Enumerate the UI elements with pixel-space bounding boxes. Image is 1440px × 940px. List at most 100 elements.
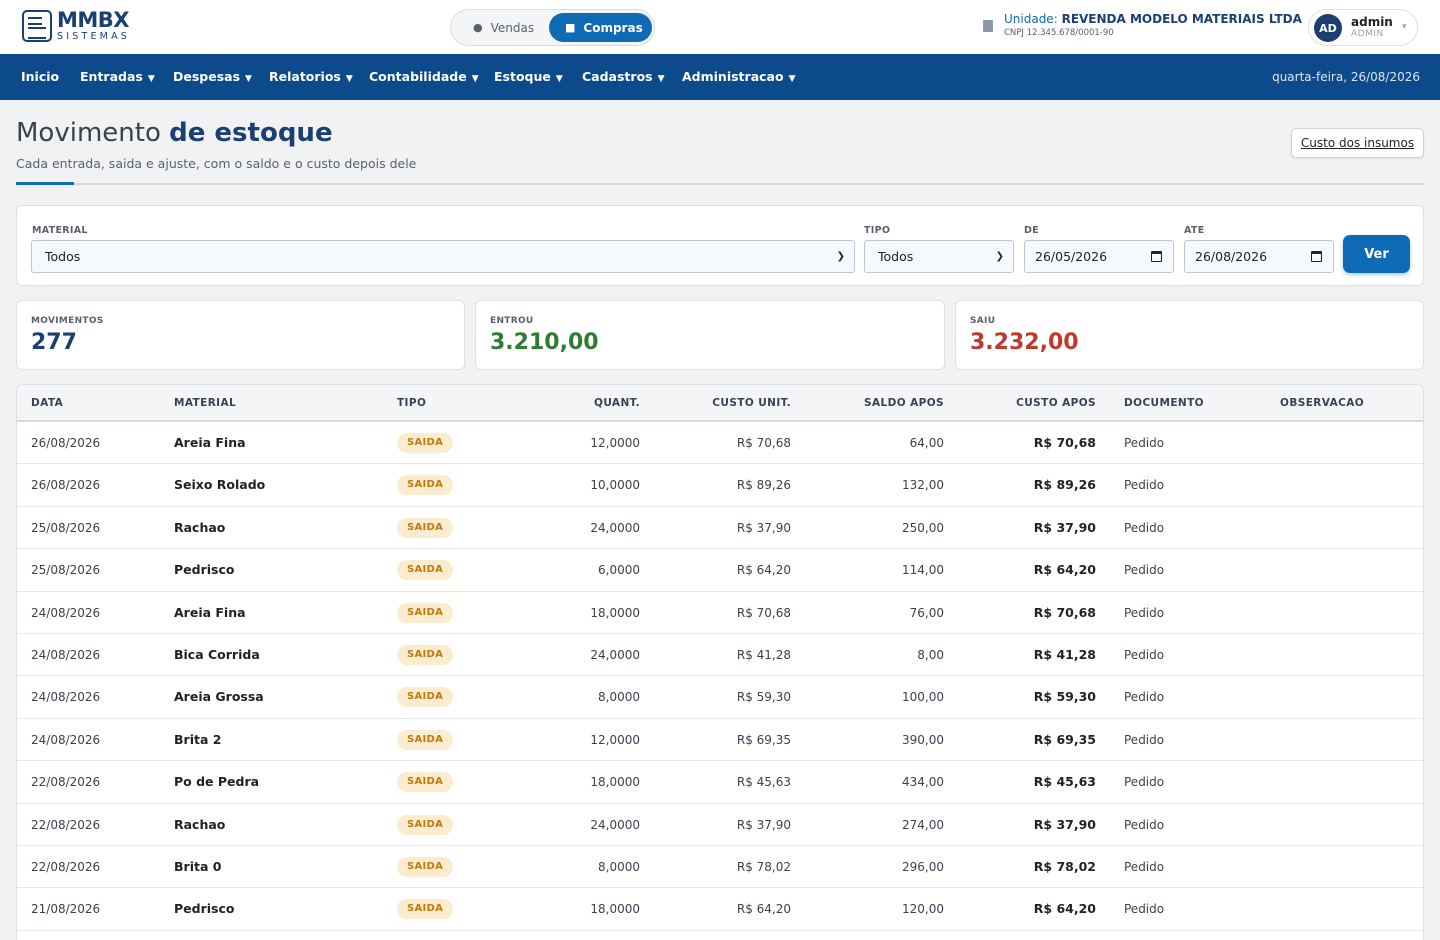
- table-row[interactable]: 24/08/2026 Brita 2 SAIDA 12,0000 R$ 69,35 390…: [17, 719, 1423, 762]
- cell-documento: Pedido: [1124, 605, 1165, 620]
- mode-vendas-button[interactable]: ● Vendas: [465, 13, 557, 42]
- cell-data: 22/08/2026: [31, 817, 101, 832]
- page-subtitle: Cada entrada, saida e ajuste, com o sald…: [16, 156, 417, 171]
- stat-saiu-value: 3.232,00: [970, 330, 1079, 355]
- table-row[interactable]: 24/08/2026 Bica Corrida SAIDA 24,0000 R$ 41,…: [17, 634, 1423, 677]
- cell-quant: 12,0000: [590, 732, 640, 747]
- cell-saldo-apos: 390,00: [902, 732, 944, 747]
- cell-custo-unit: R$ 78,02: [736, 860, 791, 874]
- col-tipo[interactable]: TIPO: [397, 385, 426, 422]
- table-row[interactable]: 22/08/2026 Po de Pedra SAIDA 18,0000 R$ 45,6…: [17, 761, 1423, 804]
- cell-material: Rachao: [174, 816, 226, 832]
- tipo-badge: SAIDA: [397, 560, 454, 581]
- calendar-icon[interactable]: [1311, 251, 1322, 262]
- nav-administracao[interactable]: Administracao ▼: [682, 54, 795, 100]
- cell-data: 24/08/2026: [31, 690, 101, 705]
- nav-relatorios[interactable]: Relatorios ▼: [269, 54, 353, 100]
- table-row[interactable]: 21/08/2026 Pedrisco SAIDA 18,0000 R$ 64,20 12…: [17, 888, 1423, 931]
- cell-material: Brita 2: [174, 731, 222, 747]
- cell-quant: 24,0000: [590, 520, 640, 535]
- cell-saldo-apos: 120,00: [902, 902, 944, 917]
- chevron-down-icon: ❯: [836, 251, 845, 262]
- cell-quant: 18,0000: [590, 902, 640, 917]
- ate-date-input[interactable]: 26/08/2026: [1184, 240, 1334, 273]
- tipo-badge: SAIDA: [397, 475, 454, 496]
- main-nav: Inicio Entradas ▼ Despesas ▼ Relatorios ▼ C…: [0, 54, 1440, 100]
- user-menu[interactable]: AD admin ADMIN ▾: [1308, 9, 1418, 46]
- nav-cadastros[interactable]: Cadastros ▼: [582, 54, 665, 100]
- cell-documento: Pedido: [1124, 902, 1165, 917]
- unit-cnpj: CNPJ 12.345.678/0001-90: [1004, 28, 1114, 38]
- cell-data: 25/08/2026: [31, 563, 101, 578]
- cell-custo-apos: R$ 70,68: [1033, 604, 1096, 620]
- col-observacao[interactable]: OBSERVACAO: [1280, 385, 1364, 422]
- table-row[interactable]: 24/08/2026 Areia Fina SAIDA 18,0000 R$ 70,68…: [17, 592, 1423, 634]
- mode-compras-label: Compras: [583, 20, 643, 35]
- cell-material: Areia Fina: [174, 435, 246, 450]
- cell-material: Bica Corrida: [174, 647, 260, 662]
- cell-saldo-apos: 434,00: [902, 775, 944, 790]
- table-row[interactable]: 26/08/2026 Areia Fina SAIDA 12,0000 R$ 70,68…: [17, 422, 1423, 465]
- nav-estoque[interactable]: Estoque ▼: [494, 54, 563, 100]
- tipo-label: TIPO: [864, 225, 891, 236]
- cell-custo-apos: R$ 78,02: [1033, 859, 1096, 874]
- tipo-badge: SAIDA: [397, 729, 454, 750]
- cell-saldo-apos: 132,00: [902, 478, 944, 493]
- nav-entradas[interactable]: Entradas ▼: [80, 54, 155, 100]
- page-title-light: Movimento: [16, 118, 161, 148]
- material-select[interactable]: Todos ❯: [31, 240, 855, 273]
- ver-button[interactable]: Ver: [1343, 235, 1410, 273]
- table-row[interactable]: 22/08/2026 Brita 0 SAIDA 8,0000 R$ 78,02 296,…: [17, 846, 1423, 889]
- col-documento[interactable]: DOCUMENTO: [1124, 385, 1204, 422]
- col-custo-apos[interactable]: CUSTO APOS: [976, 385, 1096, 422]
- table-row[interactable]: 25/08/2026 Pedrisco SAIDA 6,0000 R$ 64,20 114…: [17, 549, 1423, 592]
- brand-logo[interactable]: MMBX SISTEMAS: [22, 10, 130, 42]
- cell-documento: Pedido: [1124, 690, 1165, 705]
- building-icon: [983, 20, 993, 32]
- col-quant[interactable]: QUANT.: [540, 385, 640, 422]
- cell-custo-unit: R$ 64,20: [736, 563, 791, 578]
- tipo-select[interactable]: Todos ❯: [864, 240, 1014, 273]
- cell-custo-unit: R$ 69,35: [736, 732, 791, 747]
- tipo-badge: SAIDA: [397, 814, 454, 835]
- custo-insumos-button[interactable]: Custo dos insumos: [1291, 128, 1424, 158]
- ate-date-value: 26/08/2026: [1195, 249, 1268, 264]
- unit-prefix: Unidade:: [1004, 12, 1058, 26]
- cell-custo-unit: R$ 45,63: [736, 775, 791, 790]
- table-row[interactable]: 24/08/2026 Areia Grossa SAIDA 8,0000 R$ 59,3…: [17, 676, 1423, 719]
- caret-down-icon: ▼: [245, 74, 252, 84]
- nav-despesas[interactable]: Despesas ▼: [173, 54, 252, 100]
- cell-saldo-apos: 100,00: [902, 690, 944, 705]
- user-role: ADMIN: [1351, 29, 1384, 39]
- stat-saiu-label: SAIU: [970, 316, 996, 326]
- cell-quant: 12,0000: [590, 436, 640, 450]
- nav-contabilidade[interactable]: Contabilidade ▼: [369, 54, 479, 100]
- brand-name: MMBX: [57, 8, 130, 33]
- stat-movimentos: MOVIMENTOS 277: [16, 300, 465, 370]
- mode-compras-button[interactable]: ■ Compras: [549, 13, 652, 42]
- table-row[interactable]: 26/08/2026 Seixo Rolado SAIDA 10,0000 R$ 89,…: [17, 464, 1423, 507]
- cell-material: Areia Grossa: [174, 689, 264, 705]
- de-date-input[interactable]: 26/05/2026: [1024, 240, 1174, 273]
- cell-documento: Pedido: [1124, 817, 1165, 832]
- calendar-icon[interactable]: [1151, 251, 1162, 262]
- cell-custo-unit: R$ 70,68: [736, 605, 791, 620]
- cell-saldo-apos: 8,00: [917, 648, 944, 662]
- title-divider: [16, 183, 1424, 185]
- cell-saldo-apos: 76,00: [909, 605, 944, 620]
- cell-custo-apos: R$ 37,90: [1033, 519, 1096, 535]
- tipo-badge: SAIDA: [397, 517, 454, 538]
- nav-inicio[interactable]: Inicio: [21, 54, 59, 100]
- col-data[interactable]: DATA: [31, 385, 63, 422]
- cell-documento: Pedido: [1124, 732, 1165, 747]
- unit-info: Unidade: REVENDA MODELO MATERIAIS LTDA C…: [983, 12, 1302, 38]
- tipo-badge: SAIDA: [397, 687, 454, 708]
- caret-down-icon: ▼: [555, 74, 563, 84]
- stat-movimentos-label: MOVIMENTOS: [31, 316, 104, 326]
- col-custo-unit[interactable]: CUSTO UNIT.: [671, 385, 791, 422]
- col-saldo-apos[interactable]: SALDO APOS: [823, 385, 944, 422]
- table-row[interactable]: 25/08/2026 Rachao SAIDA 24,0000 R$ 37,90 250,…: [17, 507, 1423, 550]
- caret-down-icon: ▼: [345, 74, 353, 84]
- table-row[interactable]: 22/08/2026 Rachao SAIDA 24,0000 R$ 37,90 274,…: [17, 804, 1423, 846]
- col-material[interactable]: MATERIAL: [174, 385, 236, 422]
